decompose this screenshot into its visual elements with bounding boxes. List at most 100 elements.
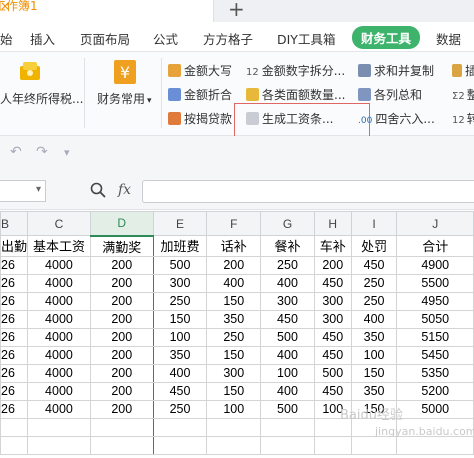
mortgage-loan-button[interactable]: 按揭贷款 [168, 110, 232, 127]
finance-common-button[interactable]: 财务常用 ▾ [97, 90, 152, 107]
cell[interactable] [206, 417, 262, 437]
cell[interactable]: 200 [313, 255, 352, 275]
cell[interactable]: 400 [260, 345, 315, 365]
cell[interactable] [0, 417, 29, 437]
column-header[interactable]: G [260, 211, 315, 236]
column-header[interactable]: J [396, 211, 474, 236]
cell[interactable]: 4000 [27, 363, 91, 383]
cell[interactable]: 450 [313, 381, 352, 401]
close-icon[interactable]: × [0, 0, 10, 12]
cell[interactable]: 26 [0, 363, 29, 383]
cell[interactable]: 400 [260, 381, 315, 401]
cell[interactable]: 400 [260, 273, 315, 293]
cell[interactable]: 26 [0, 273, 29, 293]
cell[interactable]: 餐补 [260, 235, 315, 257]
amount-split-button[interactable]: 12 金额数字拆分... [246, 62, 345, 79]
cell[interactable]: 200 [89, 363, 154, 383]
cell[interactable]: 4000 [27, 255, 91, 275]
column-header[interactable]: F [206, 211, 262, 236]
column-header[interactable]: I [350, 211, 398, 236]
cell[interactable]: 26 [0, 309, 29, 329]
cell[interactable]: 加班费 [152, 235, 208, 257]
cell[interactable] [260, 435, 315, 455]
cell[interactable]: 4000 [27, 309, 91, 329]
cell[interactable]: 5050 [396, 309, 474, 329]
cell[interactable] [27, 435, 91, 455]
cell[interactable]: 4000 [27, 327, 91, 347]
formula-input[interactable] [142, 180, 474, 203]
name-box[interactable]: ▾ [0, 180, 46, 202]
cell[interactable]: 26 [0, 291, 29, 311]
cell[interactable] [396, 435, 474, 455]
cell[interactable]: 处罚 [350, 235, 398, 257]
insert-button[interactable]: 插 [452, 62, 474, 79]
cell[interactable] [0, 435, 29, 455]
cell[interactable]: 450 [313, 273, 352, 293]
document-tab[interactable]: 工作簿1 × [0, 0, 214, 22]
undo-icon[interactable]: ↶ [10, 144, 22, 160]
amount-convert-button[interactable]: 金额折合 [168, 86, 232, 103]
cell[interactable]: 200 [89, 273, 154, 293]
cell[interactable]: 话补 [206, 235, 262, 257]
cell[interactable]: 5500 [396, 273, 474, 293]
column-totals-button[interactable]: 各列总和 [358, 86, 422, 103]
cell[interactable]: 200 [89, 255, 154, 275]
menu-page-layout[interactable]: 页面布局 [80, 29, 130, 48]
cell[interactable]: 100 [350, 345, 398, 365]
cell[interactable]: 300 [152, 273, 208, 293]
cell[interactable]: 200 [89, 345, 154, 365]
cell[interactable]: 500 [313, 363, 352, 383]
cell[interactable]: 350 [350, 381, 398, 401]
menu-formulas[interactable]: 公式 [153, 29, 178, 48]
cell[interactable]: 合计 [396, 235, 474, 257]
cell[interactable] [350, 435, 398, 455]
add-tab-icon[interactable]: + [228, 0, 245, 21]
menu-home[interactable]: 始 [0, 29, 13, 48]
cell[interactable]: 450 [350, 255, 398, 275]
cell[interactable]: 4000 [27, 381, 91, 401]
cell[interactable]: 4900 [396, 255, 474, 275]
cell[interactable]: 300 [260, 291, 315, 311]
cell[interactable]: 350 [206, 309, 262, 329]
cell[interactable]: 基本工资 [27, 235, 91, 257]
cell[interactable]: 4950 [396, 291, 474, 311]
cell[interactable]: 100 [260, 363, 315, 383]
cell[interactable]: 250 [350, 291, 398, 311]
cell[interactable] [260, 417, 315, 437]
cell[interactable]: 500 [260, 327, 315, 347]
chevron-down-icon[interactable]: ▾ [36, 184, 41, 195]
cell[interactable]: 400 [152, 363, 208, 383]
cell[interactable]: 200 [89, 327, 154, 347]
cell[interactable]: 出勤 [0, 235, 29, 257]
cell[interactable]: 250 [152, 399, 208, 419]
amount-uppercase-button[interactable]: 金额大写 [168, 62, 232, 79]
cell[interactable]: 150 [206, 291, 262, 311]
cell[interactable]: 4000 [27, 273, 91, 293]
menu-diy-toolbox[interactable]: DIY工具箱 [277, 29, 335, 48]
cell[interactable]: 26 [0, 399, 29, 419]
cell[interactable]: 500 [152, 255, 208, 275]
cell[interactable]: 26 [0, 255, 29, 275]
cell[interactable]: 450 [313, 345, 352, 365]
more-icon[interactable]: ▾ [64, 146, 70, 159]
integer-button[interactable]: Σ2 整 [452, 86, 474, 103]
menu-data[interactable]: 数据 [436, 29, 461, 48]
cell[interactable]: 150 [206, 381, 262, 401]
zoom-icon[interactable] [90, 182, 106, 198]
cell[interactable]: 250 [350, 273, 398, 293]
cell[interactable]: 350 [350, 327, 398, 347]
cell[interactable] [206, 435, 262, 455]
cell[interactable]: 200 [89, 291, 154, 311]
cell[interactable]: 26 [0, 327, 29, 347]
cell[interactable]: 4000 [27, 345, 91, 365]
cell[interactable] [89, 417, 154, 437]
cell[interactable]: 5000 [396, 399, 474, 419]
cell[interactable]: 350 [152, 345, 208, 365]
cell[interactable]: 400 [350, 309, 398, 329]
cell[interactable]: 5450 [396, 345, 474, 365]
menu-finance-tools[interactable]: 财务工具 [352, 26, 421, 49]
denomination-count-button[interactable]: 各类面额数量... [246, 86, 345, 103]
cell[interactable]: 150 [206, 345, 262, 365]
cell[interactable]: 450 [152, 381, 208, 401]
cell[interactable]: 300 [313, 291, 352, 311]
